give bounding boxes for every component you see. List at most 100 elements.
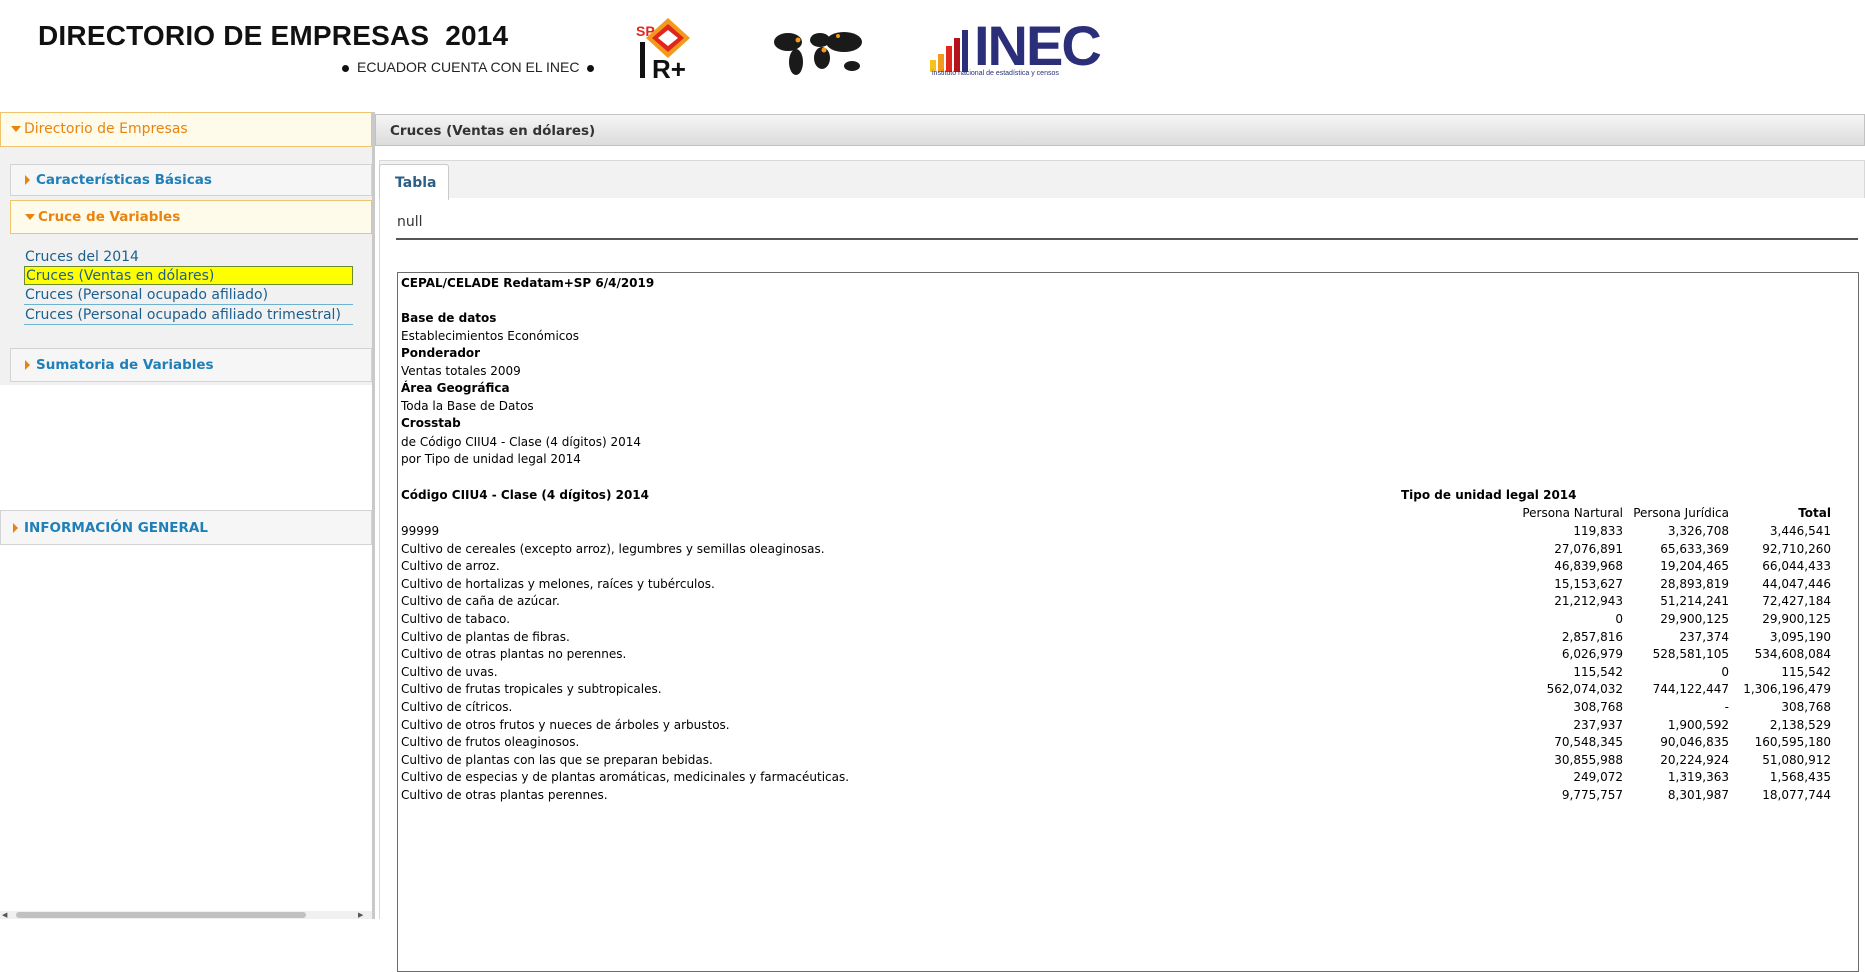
cell-persona-natural: 119,833 bbox=[1573, 524, 1623, 538]
cell-persona-natural: 46,839,968 bbox=[1554, 559, 1623, 573]
null-label: null bbox=[397, 214, 423, 230]
row-label: Cultivo de otras plantas perennes. bbox=[401, 788, 608, 802]
cell-persona-juridica: 51,214,241 bbox=[1660, 594, 1729, 608]
tab-content: null CEPAL/CELADE Redatam+SP 6/4/2019 Ba… bbox=[379, 198, 1865, 972]
cell-total: 1,568,435 bbox=[1769, 770, 1831, 784]
row-label: Cultivo de frutas tropicales y subtropic… bbox=[401, 682, 662, 696]
cell-persona-juridica: 528,581,105 bbox=[1652, 647, 1729, 661]
cell-persona-natural: 237,937 bbox=[1573, 718, 1623, 732]
tab-tabla[interactable]: Tabla bbox=[379, 164, 449, 200]
bullet-icon bbox=[587, 64, 595, 72]
cell-persona-natural: 308,768 bbox=[1573, 700, 1623, 714]
row-label: 99999 bbox=[401, 524, 440, 538]
subtitle-text: ECUADOR CUENTA CON EL INEC bbox=[357, 59, 580, 75]
cell-total: 1,306,196,479 bbox=[1743, 682, 1831, 696]
cell-persona-juridica: 20,224,924 bbox=[1660, 753, 1729, 767]
caret-down-icon bbox=[11, 126, 21, 132]
cruce-links-panel: Cruces del 2014 Cruces (Ventas en dólare… bbox=[10, 234, 372, 346]
cell-persona-juridica: 28,893,819 bbox=[1660, 577, 1729, 591]
row-header: Código CIIU4 - Clase (4 dígitos) 2014 bbox=[401, 488, 650, 502]
cell-persona-juridica: 0 bbox=[1721, 665, 1729, 679]
cell-persona-juridica: 19,204,465 bbox=[1660, 559, 1729, 573]
area-value: Toda la Base de Datos bbox=[401, 399, 534, 413]
row-label: Cultivo de cereales (excepto arroz), leg… bbox=[401, 542, 825, 556]
redatam-rplus-text: R+ bbox=[652, 54, 686, 80]
column-group-header: Tipo de unidad legal 2014 bbox=[1401, 488, 1577, 502]
cell-persona-juridica: 29,900,125 bbox=[1660, 612, 1729, 626]
panel-title: Cruces (Ventas en dólares) bbox=[375, 114, 1865, 146]
base-value: Establecimientos Económicos bbox=[401, 329, 579, 343]
row-label: Cultivo de plantas con las que se prepar… bbox=[401, 753, 713, 767]
cell-persona-juridica: 1,319,363 bbox=[1667, 770, 1729, 784]
row-label: Cultivo de caña de azúcar. bbox=[401, 594, 560, 608]
inec-tagline: instituto nacional de estadística y cens… bbox=[932, 70, 1059, 77]
cell-total: 44,047,446 bbox=[1762, 577, 1831, 591]
area-label: Área Geográfica bbox=[401, 381, 510, 395]
accordion-label: Características Básicas bbox=[36, 172, 212, 188]
accordion-caracteristicas-basicas[interactable]: Características Básicas bbox=[10, 164, 372, 196]
horizontal-scrollbar[interactable]: ◀ ▶ bbox=[0, 911, 372, 919]
cell-persona-natural: 9,775,757 bbox=[1561, 788, 1623, 802]
column-header-nat: Persona Nartural bbox=[1522, 506, 1623, 520]
link-cruces-personal-trimestral[interactable]: Cruces (Personal ocupado afiliado trimes… bbox=[24, 306, 353, 325]
scrollbar-thumb[interactable] bbox=[16, 912, 306, 918]
row-label: Cultivo de otras plantas no perennes. bbox=[401, 647, 627, 661]
cell-total: 29,900,125 bbox=[1762, 612, 1831, 626]
cell-persona-natural: 27,076,891 bbox=[1554, 542, 1623, 556]
ponderador-value: Ventas totales 2009 bbox=[401, 364, 521, 378]
accordion-informacion-general[interactable]: INFORMACIÓN GENERAL bbox=[0, 510, 372, 545]
scroll-right-icon[interactable]: ▶ bbox=[358, 911, 363, 919]
caret-down-icon bbox=[25, 214, 35, 220]
row-label: Cultivo de uvas. bbox=[401, 665, 498, 679]
accordion-label: INFORMACIÓN GENERAL bbox=[24, 520, 208, 536]
site-subtitle: ECUADOR CUENTA CON EL INEC bbox=[334, 59, 602, 75]
row-label: Cultivo de tabaco. bbox=[401, 612, 511, 626]
cell-persona-natural: 562,074,032 bbox=[1546, 682, 1623, 696]
cell-persona-natural: 6,026,979 bbox=[1561, 647, 1623, 661]
base-label: Base de datos bbox=[401, 311, 497, 325]
accordion-label: Sumatoria de Variables bbox=[36, 357, 214, 373]
cell-persona-juridica: 237,374 bbox=[1679, 630, 1729, 644]
report-source: CEPAL/CELADE Redatam+SP 6/4/2019 bbox=[401, 276, 655, 290]
cell-total: 18,077,744 bbox=[1762, 788, 1831, 802]
row-label: Cultivo de hortalizas y melones, raíces … bbox=[401, 577, 715, 591]
redatam-logo: SP R+ bbox=[636, 18, 690, 80]
accordion-label: Directorio de Empresas bbox=[24, 121, 188, 137]
accordion-directorio-empresas[interactable]: Directorio de Empresas bbox=[0, 112, 372, 147]
link-cruces-personal-afiliado[interactable]: Cruces (Personal ocupado afiliado) bbox=[24, 286, 353, 305]
accordion-sumatoria-de-variables[interactable]: Sumatoria de Variables bbox=[10, 348, 372, 382]
cell-total: 308,768 bbox=[1781, 700, 1831, 714]
row-label: Cultivo de frutos oleaginosos. bbox=[401, 735, 580, 749]
cell-persona-natural: 0 bbox=[1615, 612, 1623, 626]
cell-total: 115,542 bbox=[1781, 665, 1831, 679]
inec-logo: INEC instituto nacional de estadística y… bbox=[930, 16, 1105, 82]
cell-persona-juridica: 3,326,708 bbox=[1667, 524, 1729, 538]
tab-strip bbox=[379, 160, 1865, 198]
cell-total: 3,095,190 bbox=[1769, 630, 1831, 644]
crosstab-de: de Código CIIU4 - Clase (4 dígitos) 2014 bbox=[401, 435, 641, 449]
link-cruces-2014[interactable]: Cruces del 2014 bbox=[24, 248, 353, 267]
divider bbox=[396, 238, 1858, 240]
cell-persona-juridica: 8,301,987 bbox=[1667, 788, 1729, 802]
caret-right-icon bbox=[13, 523, 18, 533]
redatam-report: CEPAL/CELADE Redatam+SP 6/4/2019 Base de… bbox=[397, 272, 1859, 972]
cell-persona-natural: 30,855,988 bbox=[1554, 753, 1623, 767]
link-cruces-ventas[interactable]: Cruces (Ventas en dólares) bbox=[24, 266, 353, 285]
accordion-cruce-de-variables[interactable]: Cruce de Variables bbox=[10, 200, 372, 234]
cell-persona-natural: 21,212,943 bbox=[1554, 594, 1623, 608]
scroll-left-icon[interactable]: ◀ bbox=[2, 911, 7, 919]
redatam-sp-text: SP bbox=[636, 23, 655, 39]
column-header-jur: Persona Jurídica bbox=[1633, 506, 1729, 520]
column-header-total: Total bbox=[1798, 506, 1831, 520]
row-label: Cultivo de especias y de plantas aromáti… bbox=[401, 770, 850, 784]
row-label: Cultivo de cítricos. bbox=[401, 700, 513, 714]
cell-total: 160,595,180 bbox=[1754, 735, 1831, 749]
main-panel: Cruces (Ventas en dólares) Tabla null CE… bbox=[375, 112, 1865, 972]
cell-persona-juridica: - bbox=[1724, 700, 1729, 714]
accordion-label: Cruce de Variables bbox=[38, 209, 181, 225]
site-title: DIRECTORIO DE EMPRESAS 2014 bbox=[38, 20, 509, 51]
cell-total: 66,044,433 bbox=[1762, 559, 1831, 573]
ponderador-label: Ponderador bbox=[401, 346, 481, 360]
row-label: Cultivo de arroz. bbox=[401, 559, 500, 573]
caret-right-icon bbox=[25, 175, 30, 185]
